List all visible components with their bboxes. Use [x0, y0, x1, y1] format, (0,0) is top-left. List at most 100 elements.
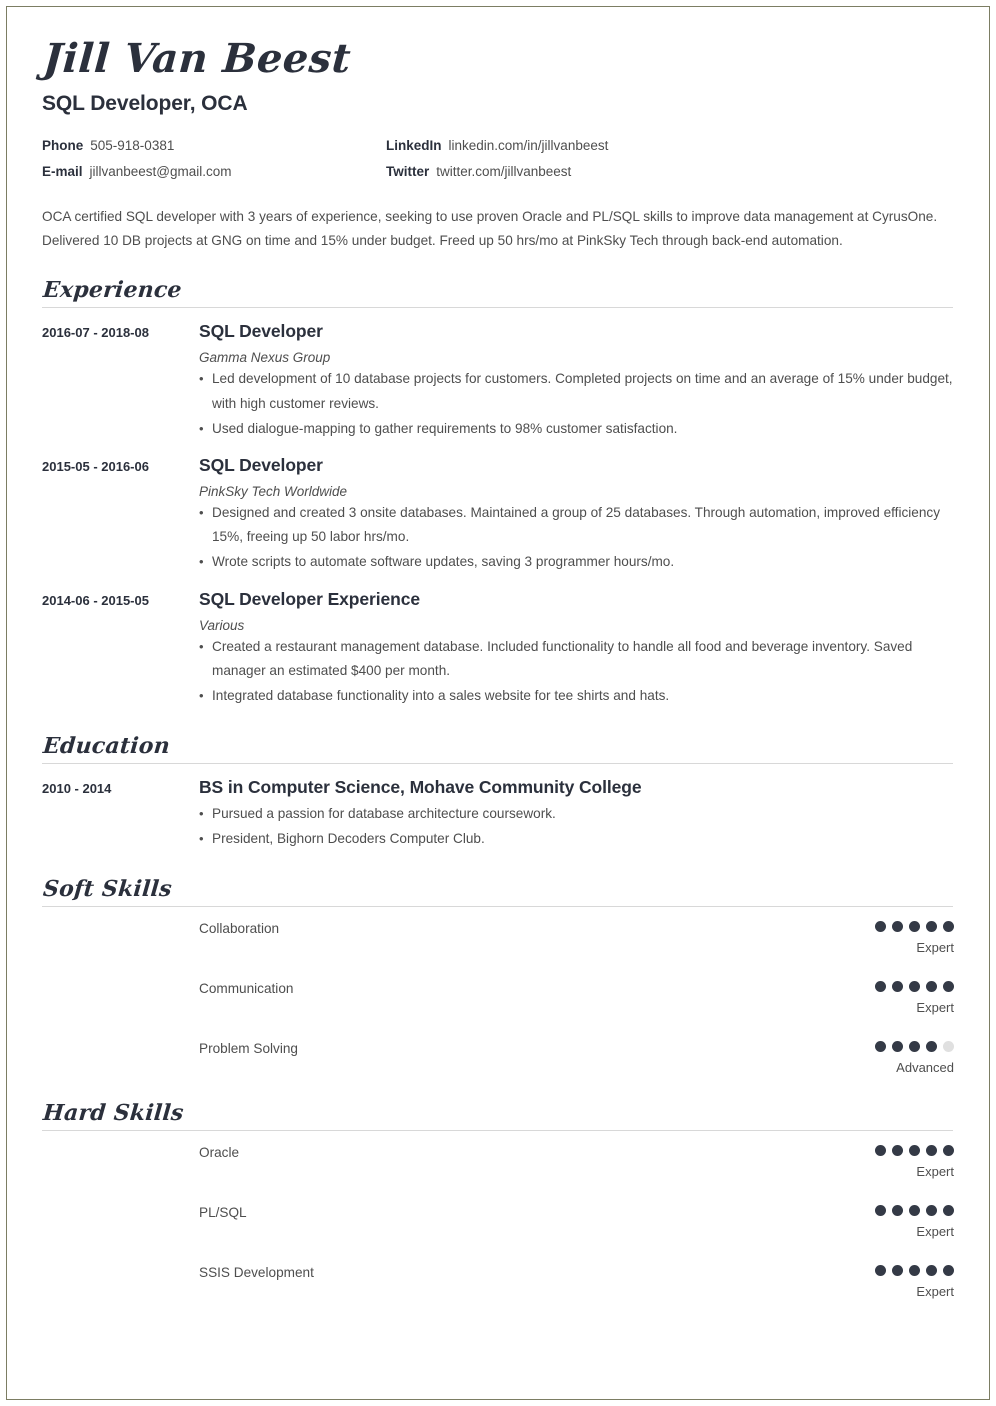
skill-name: Communication: [199, 981, 294, 997]
entry-title: SQL Developer: [199, 321, 323, 342]
skill-rating-dots: [754, 1144, 954, 1156]
skill-rating-dots: [754, 980, 954, 992]
bullet-item: Designed and created 3 onsite databases.…: [199, 501, 954, 549]
contact-label: LinkedIn: [386, 138, 442, 153]
section-soft-skills: Soft Skills Collaboration Expert Communica…: [42, 876, 954, 1075]
rating-dot-filled-icon: [909, 1264, 920, 1276]
contact-value[interactable]: jillvanbeest@gmail.com: [90, 164, 232, 179]
skill-row: Collaboration Expert: [42, 920, 954, 955]
contact-email[interactable]: E-mail jillvanbeest@gmail.com: [42, 164, 386, 179]
section-education: Education 2010 - 2014 BS in Computer Sci…: [42, 733, 954, 852]
experience-entry: 2016-07 - 2018-08 SQL Developer Gamma Ne…: [42, 321, 954, 442]
entry-date: 2015-05 - 2016-06: [42, 458, 149, 474]
entry-body: SQL Developer Experience Various Created…: [199, 589, 954, 710]
bullet-item: Led development of 10 database projects …: [199, 367, 954, 415]
section-divider: [42, 906, 953, 908]
contact-info: Phone 505-918-0381 LinkedIn linkedin.com…: [42, 138, 742, 179]
rating-dot-filled-icon: [909, 920, 920, 932]
skill-level-label: Expert: [916, 940, 954, 956]
entry-date: 2014-06 - 2015-05: [42, 592, 149, 608]
rating-dot-filled-icon: [875, 1264, 886, 1276]
rating-dot-filled-icon: [943, 980, 954, 992]
rating-dot-filled-icon: [909, 1040, 920, 1052]
contact-twitter[interactable]: Twitter twitter.com/jillvanbeest: [386, 164, 571, 179]
contact-row: Phone 505-918-0381 LinkedIn linkedin.com…: [42, 138, 742, 153]
rating-dot-filled-icon: [926, 920, 937, 932]
contact-label: Phone: [42, 138, 84, 153]
skill-rating: Expert: [754, 1264, 954, 1299]
rating-dot-filled-icon: [875, 1144, 886, 1156]
bullet-item: Used dialogue-mapping to gather requirem…: [199, 417, 954, 441]
entry-date: 2016-07 - 2018-08: [42, 325, 149, 341]
skill-name: Problem Solving: [199, 1041, 298, 1057]
skill-rating: Expert: [754, 920, 954, 955]
skill-level-label: Advanced: [896, 1060, 954, 1076]
resume-header: Jill Van Beest SQL Developer, OCA Phone …: [42, 0, 954, 253]
contact-row: E-mail jillvanbeest@gmail.com Twitter tw…: [42, 164, 742, 179]
section-heading-hard-skills: Hard Skills: [42, 1100, 185, 1127]
section-heading-experience: Experience: [42, 277, 183, 304]
entry-organization: PinkSky Tech Worldwide: [199, 483, 348, 499]
resume-content: Jill Van Beest SQL Developer, OCA Phone …: [42, 0, 954, 1324]
resume-page: Jill Van Beest SQL Developer, OCA Phone …: [0, 0, 996, 1406]
skill-row: Communication Expert: [42, 980, 954, 1015]
contact-label: E-mail: [42, 164, 83, 179]
rating-dot-filled-icon: [892, 1144, 903, 1156]
rating-dot-filled-icon: [943, 1204, 954, 1216]
skill-rating-dots: [754, 1040, 954, 1052]
skill-rating: Expert: [754, 1204, 954, 1239]
candidate-name: Jill Van Beest: [41, 35, 353, 82]
rating-dot-filled-icon: [892, 1040, 903, 1052]
entry-organization: Various: [199, 617, 245, 633]
entry-bullets: Pursued a passion for database architect…: [199, 802, 954, 851]
entry-body: SQL Developer Gamma Nexus Group Led deve…: [199, 321, 954, 442]
entry-bullets: Created a restaurant management database…: [199, 635, 954, 709]
skill-level-label: Expert: [916, 1284, 954, 1300]
rating-dot-filled-icon: [926, 1204, 937, 1216]
entry-bullets: Designed and created 3 onsite databases.…: [199, 501, 954, 575]
skill-name: Collaboration: [199, 921, 280, 937]
skill-rating: Expert: [754, 980, 954, 1015]
skill-row: SSIS Development Expert: [42, 1264, 954, 1299]
hard-skills-list: Oracle Expert PL/SQL Expert SSIS Development…: [42, 1144, 954, 1299]
rating-dot-filled-icon: [875, 1204, 886, 1216]
skill-rating: Advanced: [754, 1040, 954, 1075]
entry-title: SQL Developer Experience: [199, 588, 420, 609]
rating-dot-empty-icon: [943, 1040, 954, 1052]
rating-dot-filled-icon: [943, 1144, 954, 1156]
experience-entry: 2014-06 - 2015-05 SQL Developer Experien…: [42, 589, 954, 710]
rating-dot-filled-icon: [926, 980, 937, 992]
contact-value[interactable]: twitter.com/jillvanbeest: [436, 164, 571, 179]
contact-linkedin[interactable]: LinkedIn linkedin.com/in/jillvanbeest: [386, 138, 608, 153]
skill-rating: Expert: [754, 1144, 954, 1179]
rating-dot-filled-icon: [909, 1204, 920, 1216]
skill-row: Oracle Expert: [42, 1144, 954, 1179]
section-heading-education: Education: [42, 733, 172, 760]
skill-row: PL/SQL Expert: [42, 1204, 954, 1239]
skill-level-label: Expert: [916, 1000, 954, 1016]
bullet-item: Wrote scripts to automate software updat…: [199, 550, 954, 574]
skill-name: PL/SQL: [199, 1205, 247, 1221]
section-divider: [42, 763, 953, 765]
section-heading-soft-skills: Soft Skills: [42, 876, 173, 903]
skill-level-label: Expert: [916, 1164, 954, 1180]
candidate-job-title: SQL Developer, OCA: [42, 92, 248, 115]
rating-dot-filled-icon: [943, 1264, 954, 1276]
professional-summary: OCA certified SQL developer with 3 years…: [42, 209, 938, 249]
section-divider: [42, 307, 953, 309]
entry-title: BS in Computer Science, Mohave Community…: [199, 777, 642, 798]
bullet-item: Pursued a passion for database architect…: [199, 802, 954, 826]
skill-rating-dots: [754, 1264, 954, 1276]
contact-value[interactable]: linkedin.com/in/jillvanbeest: [449, 138, 609, 153]
rating-dot-filled-icon: [875, 920, 886, 932]
contact-value: 505-918-0381: [90, 138, 175, 153]
entry-body: BS in Computer Science, Mohave Community…: [199, 777, 954, 852]
skill-level-label: Expert: [916, 1224, 954, 1240]
skill-rating-dots: [754, 1204, 954, 1216]
section-experience: Experience 2016-07 - 2018-08 SQL Develop…: [42, 277, 954, 709]
rating-dot-filled-icon: [875, 980, 886, 992]
rating-dot-filled-icon: [892, 1264, 903, 1276]
rating-dot-filled-icon: [909, 980, 920, 992]
entry-bullets: Led development of 10 database projects …: [199, 367, 954, 441]
bullet-item: Created a restaurant management database…: [199, 635, 954, 683]
